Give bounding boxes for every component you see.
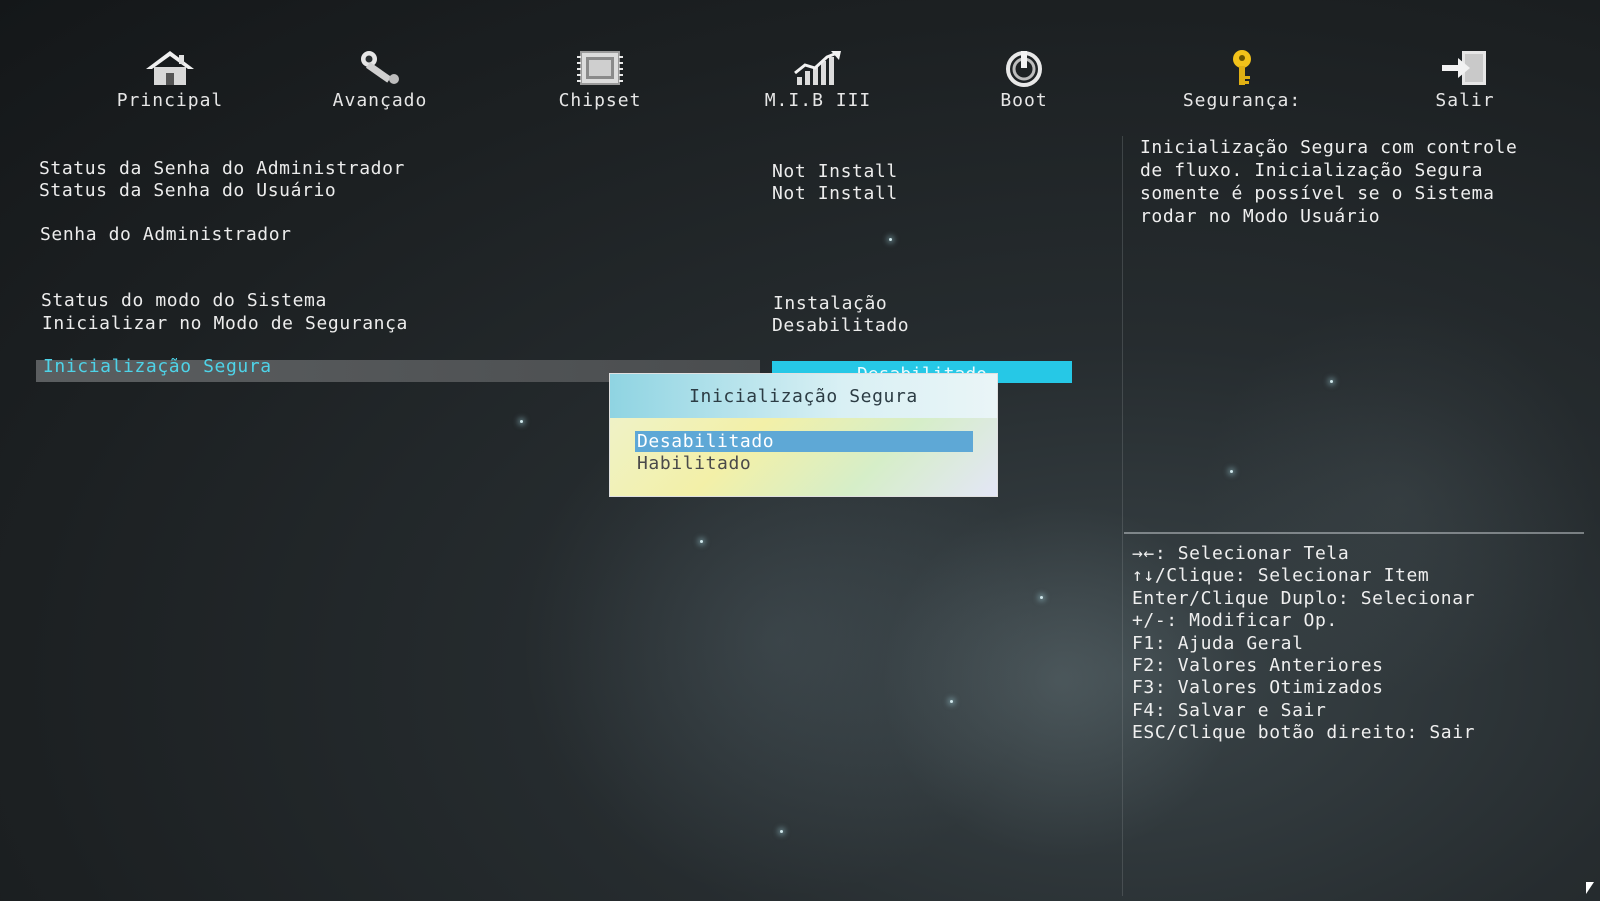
chart-icon [790, 48, 846, 88]
secure-boot-item[interactable]: Inicialização Segura [43, 356, 272, 377]
safe-mode-boot-item[interactable]: Inicializar no Modo de Segurança [42, 313, 408, 334]
tab-label: M.I.B III [764, 90, 872, 111]
top-navigation: Principal Avançado Chipset M.I.B III Boo… [0, 48, 1600, 118]
system-mode-status-value: Instalação [773, 293, 888, 314]
background-star [520, 420, 523, 423]
background-star [780, 830, 783, 833]
popup-title: Inicialização Segura [610, 374, 997, 418]
key-hint: +/-: Modificar Op. [1132, 610, 1338, 632]
key-hint: F3: Valores Otimizados [1132, 677, 1384, 699]
key-hint: F4: Salvar e Sair [1132, 699, 1327, 721]
tab-principal[interactable]: Principal [112, 48, 228, 111]
admin-password-status-value: Not Install [772, 161, 898, 182]
key-icon [1214, 48, 1270, 88]
user-password-status-label: Status da Senha do Usuário [39, 180, 337, 201]
tab-label: Avançado [332, 90, 428, 111]
help-line: rodar no Modo Usuário [1140, 206, 1381, 227]
tab-mib-iii[interactable]: M.I.B III [758, 48, 878, 111]
tab-salir[interactable]: Salir [1425, 48, 1505, 111]
secure-boot-popup: Inicialização Segura Desabilitado Habili… [609, 373, 998, 497]
mouse-cursor-icon [1586, 882, 1594, 894]
tab-label: Chipset [558, 90, 642, 111]
wrench-icon [352, 48, 408, 88]
background-star [889, 238, 892, 241]
background-star [1330, 380, 1333, 383]
help-separator [1124, 532, 1584, 534]
tab-label: Boot [1000, 90, 1048, 111]
exit-icon [1437, 48, 1493, 88]
background-star [950, 700, 953, 703]
key-hint: ↑↓/Clique: Selecionar Item [1132, 565, 1430, 587]
system-mode-status-label: Status do modo do Sistema [41, 290, 327, 311]
help-line: Inicialização Segura com controle [1140, 137, 1518, 158]
help-text: Inicialização Segura com controle de flu… [1140, 136, 1580, 228]
key-hint: Enter/Clique Duplo: Selecionar [1132, 587, 1476, 609]
key-legend: →←: Selecionar Tela ↑↓/Clique: Seleciona… [1132, 543, 1475, 745]
key-hint: ESC/Clique botão direito: Sair [1132, 722, 1476, 744]
tab-label: Segurança: [1182, 90, 1302, 111]
popup-option-enabled[interactable]: Habilitado [635, 453, 973, 474]
chip-icon [572, 48, 628, 88]
admin-password-status-label: Status da Senha do Administrador [39, 158, 405, 179]
power-icon [996, 48, 1052, 88]
user-password-status-value: Not Install [772, 183, 898, 204]
safe-mode-boot-value[interactable]: Desabilitado [772, 315, 909, 336]
key-hint: F2: Valores Anteriores [1132, 655, 1384, 677]
tab-label: Principal [116, 90, 224, 111]
admin-password-item[interactable]: Senha do Administrador [40, 224, 292, 245]
home-icon [142, 48, 198, 88]
tab-label: Salir [1435, 90, 1495, 111]
help-line: somente é possível se o Sistema [1140, 183, 1495, 204]
popup-option-disabled[interactable]: Desabilitado [635, 431, 973, 452]
key-hint: →←: Selecionar Tela [1132, 543, 1350, 564]
background-star [1040, 596, 1043, 599]
tab-chipset[interactable]: Chipset [545, 48, 655, 111]
background-star [700, 540, 703, 543]
background-star [1230, 470, 1233, 473]
tab-avancado[interactable]: Avançado [322, 48, 438, 111]
right-panel-divider [1122, 136, 1123, 896]
tab-seguranca[interactable]: Segurança: [1177, 48, 1307, 111]
help-line: de fluxo. Inicialização Segura [1140, 160, 1484, 181]
tab-boot[interactable]: Boot [994, 48, 1054, 111]
key-hint: F1: Ajuda Geral [1132, 632, 1304, 654]
